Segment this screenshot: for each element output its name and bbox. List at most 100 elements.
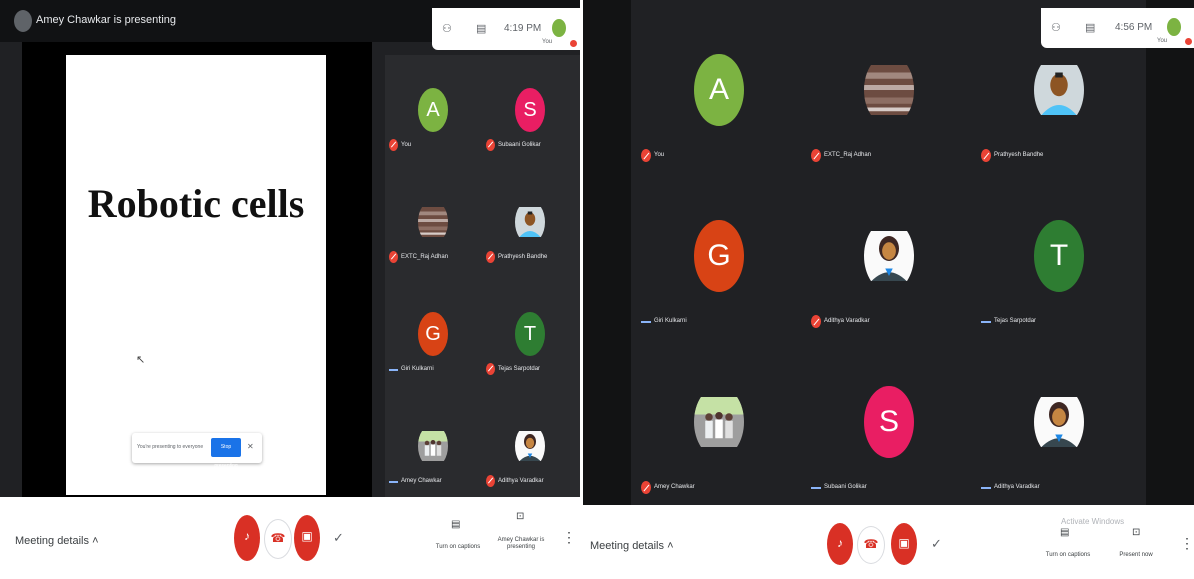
people-icon[interactable]: ⚇ xyxy=(1051,21,1061,34)
camera-off-button[interactable]: ▣ xyxy=(891,523,917,565)
present-icon[interactable]: ⊡ xyxy=(1132,527,1140,538)
participant-photo xyxy=(418,200,448,244)
participant-avatar: S xyxy=(864,386,914,458)
right-meeting-screenshot: ⚇ ▤ 4:56 PM You A You EXTC_Raj Adhan Prathy… xyxy=(583,0,1194,579)
present-now-label[interactable]: Present now xyxy=(1111,552,1161,559)
participant-avatar: G xyxy=(694,220,744,292)
participant-name: Subaani Golikar xyxy=(498,142,541,148)
camera-off-icon: ▣ xyxy=(301,529,313,543)
participant-name: Prathyesh Bandhe xyxy=(994,152,1044,158)
participant-photo xyxy=(515,200,545,244)
captions-icon[interactable]: ▤ xyxy=(1060,527,1069,538)
participant-photo xyxy=(418,424,448,468)
hangup-icon: ☎ xyxy=(270,531,286,545)
mic-off-icon xyxy=(486,251,495,263)
hand-icon[interactable]: ✓ xyxy=(931,536,942,552)
participant-grid xyxy=(385,55,580,497)
mic-off-indicator xyxy=(570,40,577,47)
bottom-toolbar: Meeting details ˄ ♪ ☎ ▣ ✓ ▤ Turn on capt… xyxy=(583,505,1194,579)
participant-avatar: A xyxy=(418,88,448,132)
mic-off-icon xyxy=(811,149,821,162)
self-avatar[interactable] xyxy=(1167,18,1181,36)
more-icon[interactable]: ⋮ xyxy=(562,529,576,546)
mic-active-icon xyxy=(389,481,398,483)
presentation-slide: Robotic cells ↖ You're presenting to eve… xyxy=(66,55,326,495)
participant-name: You xyxy=(401,142,412,148)
mic-off-icon: ♪ xyxy=(837,536,843,550)
participant-photo xyxy=(694,386,744,458)
hangup-button[interactable]: ☎ xyxy=(857,526,885,564)
participant-avatar: G xyxy=(418,312,448,356)
mic-off-icon xyxy=(486,363,495,375)
participant-name: Giri Kulkarni xyxy=(654,318,687,324)
participant-name: Subaani Golikar xyxy=(824,484,867,490)
mic-active-icon xyxy=(389,369,398,371)
participant-avatar: A xyxy=(694,54,744,126)
participant-name: Adithya Varadkar xyxy=(824,318,870,324)
chat-icon[interactable]: ▤ xyxy=(476,22,486,35)
slide-title: Robotic cells xyxy=(87,181,305,226)
present-icon[interactable]: ⊡ xyxy=(516,511,524,522)
chevron-up-icon: ˄ xyxy=(92,535,99,547)
mic-off-button[interactable]: ♪ xyxy=(827,523,853,565)
meeting-details-label: Meeting details xyxy=(15,535,89,547)
participant-name: Prathyesh Bandhe xyxy=(498,254,548,260)
mic-off-icon xyxy=(811,315,821,328)
mic-off-icon: ♪ xyxy=(244,529,250,543)
presenting-text: Amey Chawkar is presenting xyxy=(36,14,177,26)
captions-label[interactable]: Turn on captions xyxy=(1038,552,1098,559)
captions-icon[interactable]: ▤ xyxy=(451,519,460,530)
mic-active-icon xyxy=(981,487,991,489)
hangup-button[interactable]: ☎ xyxy=(264,519,292,559)
more-icon[interactable]: ⋮ xyxy=(1180,535,1194,552)
mic-off-icon xyxy=(641,481,651,494)
participant-photo xyxy=(1034,54,1084,126)
participant-photo xyxy=(1034,386,1084,458)
captions-label[interactable]: Turn on captions xyxy=(428,544,488,551)
camera-off-button[interactable]: ▣ xyxy=(294,515,320,561)
mic-off-button[interactable]: ♪ xyxy=(234,515,260,561)
mic-off-indicator xyxy=(1185,38,1192,45)
participant-photo xyxy=(864,54,914,126)
self-label: You xyxy=(542,39,553,45)
stop-presenting-button[interactable]: Stop presenting xyxy=(211,438,241,469)
bottom-toolbar: Meeting details ˄ ♪ ☎ ▣ ✓ ▤ Turn on capt… xyxy=(0,497,580,579)
top-right-controls: ⚇ ▤ 4:19 PM You xyxy=(432,8,580,50)
mic-off-icon xyxy=(641,149,651,162)
participant-photo xyxy=(515,424,545,468)
participant-avatar: T xyxy=(1034,220,1084,292)
meeting-details-button[interactable]: Meeting details ˄ xyxy=(15,535,99,547)
mic-active-icon xyxy=(811,487,821,489)
top-right-controls: ⚇ ▤ 4:56 PM You xyxy=(1041,8,1194,48)
clock-time: 4:19 PM xyxy=(504,23,542,34)
participant-name: Tejas Sarpotdar xyxy=(994,318,1037,324)
close-icon[interactable]: ✕ xyxy=(247,442,254,451)
participant-name: Amey Chawkar xyxy=(401,478,442,484)
clock-time: 4:56 PM xyxy=(1115,22,1153,33)
mic-active-icon xyxy=(981,321,991,323)
participant-name: EXTC_Raj Adhan xyxy=(401,254,449,260)
participant-avatar: S xyxy=(515,88,545,132)
self-label: You xyxy=(1157,38,1168,44)
activate-windows-watermark: Activate Windows xyxy=(1061,517,1125,526)
mic-active-icon xyxy=(641,321,651,323)
people-icon[interactable]: ⚇ xyxy=(442,22,452,35)
participant-name: Tejas Sarpotdar xyxy=(498,366,541,372)
meeting-details-button[interactable]: Meeting details ˄ xyxy=(590,540,674,552)
mic-off-icon xyxy=(389,139,398,151)
participant-name: Giri Kulkarni xyxy=(401,366,434,372)
mic-off-icon xyxy=(486,139,495,151)
participant-avatar: T xyxy=(515,312,545,356)
participant-name: EXTC_Raj Adhan xyxy=(824,152,872,158)
self-avatar[interactable] xyxy=(552,19,566,37)
hand-icon[interactable]: ✓ xyxy=(333,530,344,546)
presenting-status-label[interactable]: Amey Chawkar is presenting xyxy=(496,537,546,551)
participant-name: Adithya Varadkar xyxy=(498,478,544,484)
participant-name: Adithya Varadkar xyxy=(994,484,1040,490)
chat-icon[interactable]: ▤ xyxy=(1085,21,1095,34)
hangup-icon: ☎ xyxy=(863,537,879,551)
left-meeting-screenshot: Amey Chawkar is presenting ⚇ ▤ 4:19 PM Y… xyxy=(0,0,580,579)
participant-name: You xyxy=(654,152,665,158)
mic-off-icon xyxy=(389,251,398,263)
mic-off-icon xyxy=(486,475,495,487)
